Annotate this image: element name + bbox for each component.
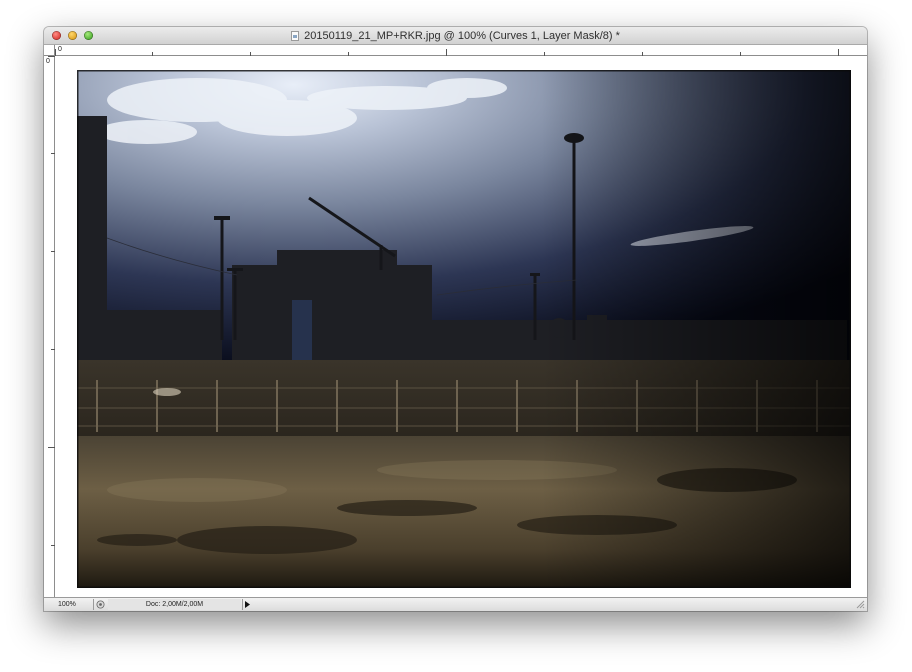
document-size-info[interactable]: Doc: 2,00M/2,00M: [108, 599, 241, 610]
document-canvas[interactable]: [55, 56, 867, 597]
resize-grip-icon[interactable]: [856, 600, 865, 609]
horizontal-ruler-ticks: [55, 49, 839, 56]
status-info-icon[interactable]: [95, 599, 106, 610]
window-title-wrap: 20150119_21_MP+RKR.jpg @ 100% (Curves 1,…: [44, 27, 867, 45]
vertical-ruler[interactable]: 0: [44, 56, 55, 597]
ruler-origin-corner[interactable]: [44, 45, 55, 56]
document-window: 20150119_21_MP+RKR.jpg @ 100% (Curves 1,…: [44, 27, 867, 611]
status-bar: 100% Doc: 2,00M/2,00M: [44, 597, 867, 611]
vertical-ruler-ticks: [48, 56, 55, 546]
status-menu-arrow-button[interactable]: [242, 599, 252, 610]
zoom-level-field[interactable]: 100%: [48, 599, 88, 610]
document-icon[interactable]: [291, 31, 300, 41]
vertical-ruler-origin-label: 0: [46, 58, 50, 65]
horizontal-ruler[interactable]: 0: [55, 45, 867, 56]
horizontal-ruler-origin-label: 0: [58, 46, 62, 53]
window-title: 20150119_21_MP+RKR.jpg @ 100% (Curves 1,…: [304, 30, 620, 42]
status-separator: [93, 599, 94, 610]
photo-image[interactable]: [77, 70, 851, 588]
title-bar[interactable]: 20150119_21_MP+RKR.jpg @ 100% (Curves 1,…: [44, 27, 867, 45]
triangle-right-icon: [245, 601, 250, 608]
